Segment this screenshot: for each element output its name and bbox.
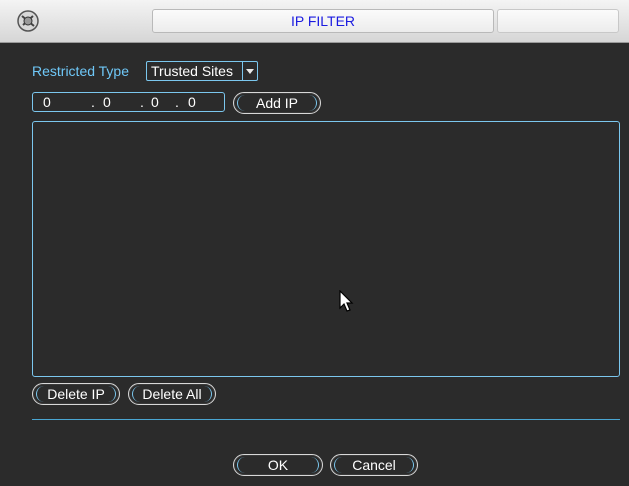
ip-list[interactable] [32, 121, 620, 377]
ip-separator: . [140, 94, 144, 110]
ip-filter-window: IP FILTER Restricted Type Trusted Sites … [0, 0, 629, 486]
ip-address-input[interactable]: 0 . 0 . 0 . 0 [32, 92, 225, 112]
ip-separator: . [91, 94, 95, 110]
mouse-pointer-icon [339, 290, 354, 312]
restricted-type-dropdown[interactable]: Trusted Sites [146, 61, 258, 81]
restricted-type-value: Trusted Sites [151, 63, 233, 79]
ip-octet-4[interactable]: 0 [188, 93, 196, 111]
ip-octet-3[interactable]: 0 [151, 93, 159, 111]
app-logo-icon [17, 10, 39, 32]
window-title: IP FILTER [152, 9, 494, 33]
restricted-type-label: Restricted Type [32, 63, 130, 79]
delete-ip-button[interactable]: Delete IP [32, 383, 120, 405]
ip-octet-1[interactable]: 0 [43, 93, 51, 111]
title-bar-spacer [497, 9, 619, 33]
divider [32, 419, 620, 420]
add-ip-button[interactable]: Add IP [233, 92, 321, 114]
dropdown-arrow-icon[interactable] [242, 62, 257, 80]
title-bar: IP FILTER [0, 0, 629, 43]
ip-octet-2[interactable]: 0 [103, 93, 111, 111]
cancel-button[interactable]: Cancel [330, 454, 418, 476]
ip-separator: . [175, 94, 179, 110]
ok-button[interactable]: OK [233, 454, 323, 476]
delete-all-button[interactable]: Delete All [128, 383, 216, 405]
